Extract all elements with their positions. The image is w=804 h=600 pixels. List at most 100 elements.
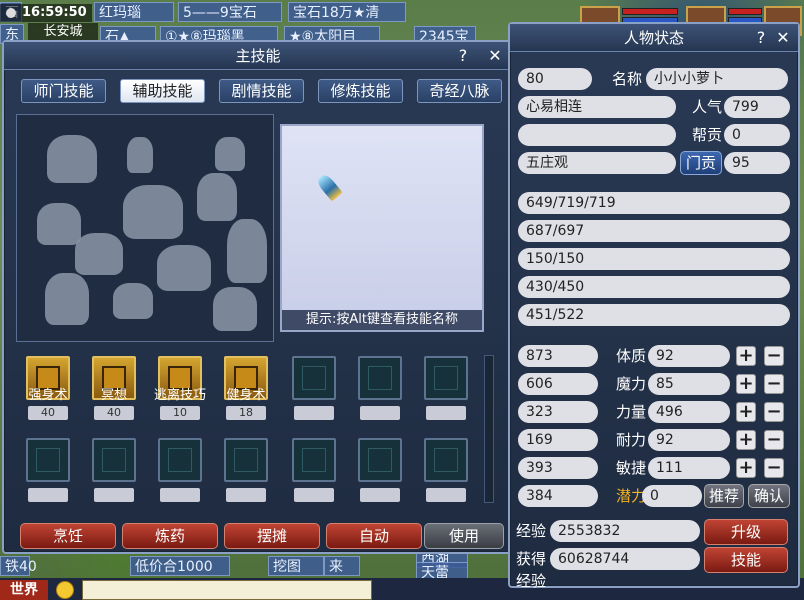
close-icon[interactable]: ✕ bbox=[486, 46, 504, 66]
emoji-icon[interactable] bbox=[56, 581, 74, 599]
attr-plus-button[interactable]: + bbox=[736, 402, 756, 422]
sect-contrib-button[interactable]: 门贡 bbox=[680, 151, 722, 175]
strength-skill-icon bbox=[36, 366, 60, 390]
close-icon[interactable]: ✕ bbox=[774, 28, 792, 48]
exp-field: 2553832 bbox=[550, 520, 700, 542]
recommend-button[interactable]: 推荐 bbox=[704, 484, 744, 508]
gained-exp-label: 获得经验 bbox=[515, 550, 546, 590]
chat-line: 来 bbox=[324, 556, 360, 576]
skill-level bbox=[360, 406, 400, 420]
attr-plus-button[interactable]: + bbox=[736, 458, 756, 478]
empty-skill-slot[interactable] bbox=[224, 438, 268, 482]
world-channel-tab[interactable]: 世界 bbox=[0, 580, 48, 600]
attr-points: 496 bbox=[648, 401, 730, 423]
figure-illustration bbox=[227, 219, 267, 283]
potential-value: 384 bbox=[518, 485, 598, 507]
meditation-skill-icon bbox=[102, 366, 126, 390]
skill-level bbox=[94, 488, 134, 502]
empty-skill-slot[interactable] bbox=[26, 438, 70, 482]
gang-field bbox=[518, 124, 676, 146]
tab-support-skills[interactable]: 辅助技能 bbox=[120, 79, 205, 103]
empty-skill-slot[interactable] bbox=[358, 438, 402, 482]
attr-points: 92 bbox=[648, 429, 730, 451]
attr-value: 606 bbox=[518, 373, 598, 395]
cook-button[interactable]: 烹饪 bbox=[20, 523, 116, 549]
tab-sect-skills[interactable]: 师门技能 bbox=[21, 79, 106, 103]
attr-minus-button[interactable]: − bbox=[764, 346, 784, 366]
empty-skill-slot[interactable] bbox=[292, 356, 336, 400]
use-button[interactable]: 使用 bbox=[424, 523, 504, 549]
chat-line: 宝石18万★清 bbox=[288, 2, 406, 22]
chat-line: 铁40 bbox=[0, 556, 37, 576]
hint-text: 提示:按Alt键查看技能名称 bbox=[282, 310, 482, 330]
attr-label: 体质 bbox=[615, 347, 646, 365]
skill-list-scrollbar[interactable] bbox=[484, 355, 494, 503]
skill-level bbox=[28, 488, 68, 502]
attr-plus-button[interactable]: + bbox=[736, 374, 756, 394]
auto-button[interactable]: 自动 bbox=[326, 523, 422, 549]
skill-name: 冥想 bbox=[100, 388, 127, 403]
skills-window-title[interactable]: 主技能 bbox=[4, 42, 512, 70]
skill-name: 健身术 bbox=[226, 388, 266, 403]
attr-label: 魔力 bbox=[615, 375, 646, 393]
help-icon[interactable]: ? bbox=[454, 46, 472, 66]
attr-points: 111 bbox=[648, 457, 730, 479]
skill-level: 18 bbox=[226, 406, 266, 420]
chat-input[interactable] bbox=[82, 580, 372, 600]
skill-level: 10 bbox=[160, 406, 200, 420]
skill-level bbox=[426, 488, 466, 502]
refine-button[interactable]: 炼药 bbox=[122, 523, 218, 549]
attr-plus-button[interactable]: + bbox=[736, 346, 756, 366]
attr-minus-button[interactable]: − bbox=[764, 374, 784, 394]
figure-illustration bbox=[215, 137, 245, 171]
skills-window: 主技能 ? ✕ 师门技能 辅助技能 剧情技能 修炼技能 奇经八脉 提示:按Alt… bbox=[2, 40, 514, 554]
clock-icon bbox=[6, 8, 16, 18]
attr-label: 耐力 bbox=[615, 431, 646, 449]
empty-skill-slot[interactable] bbox=[424, 438, 468, 482]
tab-story-skills[interactable]: 剧情技能 bbox=[219, 79, 304, 103]
empty-skill-slot[interactable] bbox=[158, 438, 202, 482]
exp-label: 经验 bbox=[515, 522, 546, 540]
empty-slot-icon bbox=[302, 366, 326, 390]
empty-slot-icon bbox=[168, 448, 192, 472]
figure-illustration bbox=[47, 135, 97, 183]
hp-field: 649/719/719 bbox=[518, 192, 790, 214]
tab-cultivation-skills[interactable]: 修炼技能 bbox=[318, 79, 403, 103]
skill-illustration-panel bbox=[16, 114, 274, 342]
clock-text: 16:59:50 bbox=[22, 5, 87, 20]
skill-level: 40 bbox=[94, 406, 134, 420]
fitness-skill-icon bbox=[234, 366, 258, 390]
popularity-label: 人气 bbox=[691, 98, 722, 116]
skill-level bbox=[160, 488, 200, 502]
attr-value: 169 bbox=[518, 429, 598, 451]
empty-slot-icon bbox=[434, 448, 458, 472]
upgrade-button[interactable]: 升级 bbox=[704, 519, 788, 545]
stall-button[interactable]: 摆摊 bbox=[224, 523, 320, 549]
tab-meridian-skills[interactable]: 奇经八脉 bbox=[417, 79, 502, 103]
attr-label: 敏捷 bbox=[615, 459, 646, 477]
skills-button[interactable]: 技能 bbox=[704, 547, 788, 573]
empty-slot-icon bbox=[102, 448, 126, 472]
figure-illustration bbox=[127, 137, 153, 173]
empty-skill-slot[interactable] bbox=[358, 356, 402, 400]
attr-value: 873 bbox=[518, 345, 598, 367]
skill-level bbox=[294, 488, 334, 502]
skill-preview-panel: 提示:按Alt键查看技能名称 bbox=[280, 124, 484, 332]
figure-illustration bbox=[157, 245, 211, 291]
skill-name: 逃离技巧 bbox=[153, 388, 206, 403]
skill-level bbox=[294, 406, 334, 420]
attr-minus-button[interactable]: − bbox=[764, 458, 784, 478]
attr-minus-button[interactable]: − bbox=[764, 402, 784, 422]
player-hp-bar bbox=[728, 8, 762, 15]
confirm-button[interactable]: 确认 bbox=[748, 484, 790, 508]
empty-skill-slot[interactable] bbox=[424, 356, 468, 400]
title-field[interactable]: 心易相连 bbox=[518, 96, 676, 118]
skill-level bbox=[360, 488, 400, 502]
gem-cursor-icon bbox=[315, 172, 343, 202]
empty-skill-slot[interactable] bbox=[92, 438, 136, 482]
attr-plus-button[interactable]: + bbox=[736, 430, 756, 450]
help-icon[interactable]: ? bbox=[752, 28, 770, 48]
empty-slot-icon bbox=[434, 366, 458, 390]
attr-minus-button[interactable]: − bbox=[764, 430, 784, 450]
empty-skill-slot[interactable] bbox=[292, 438, 336, 482]
